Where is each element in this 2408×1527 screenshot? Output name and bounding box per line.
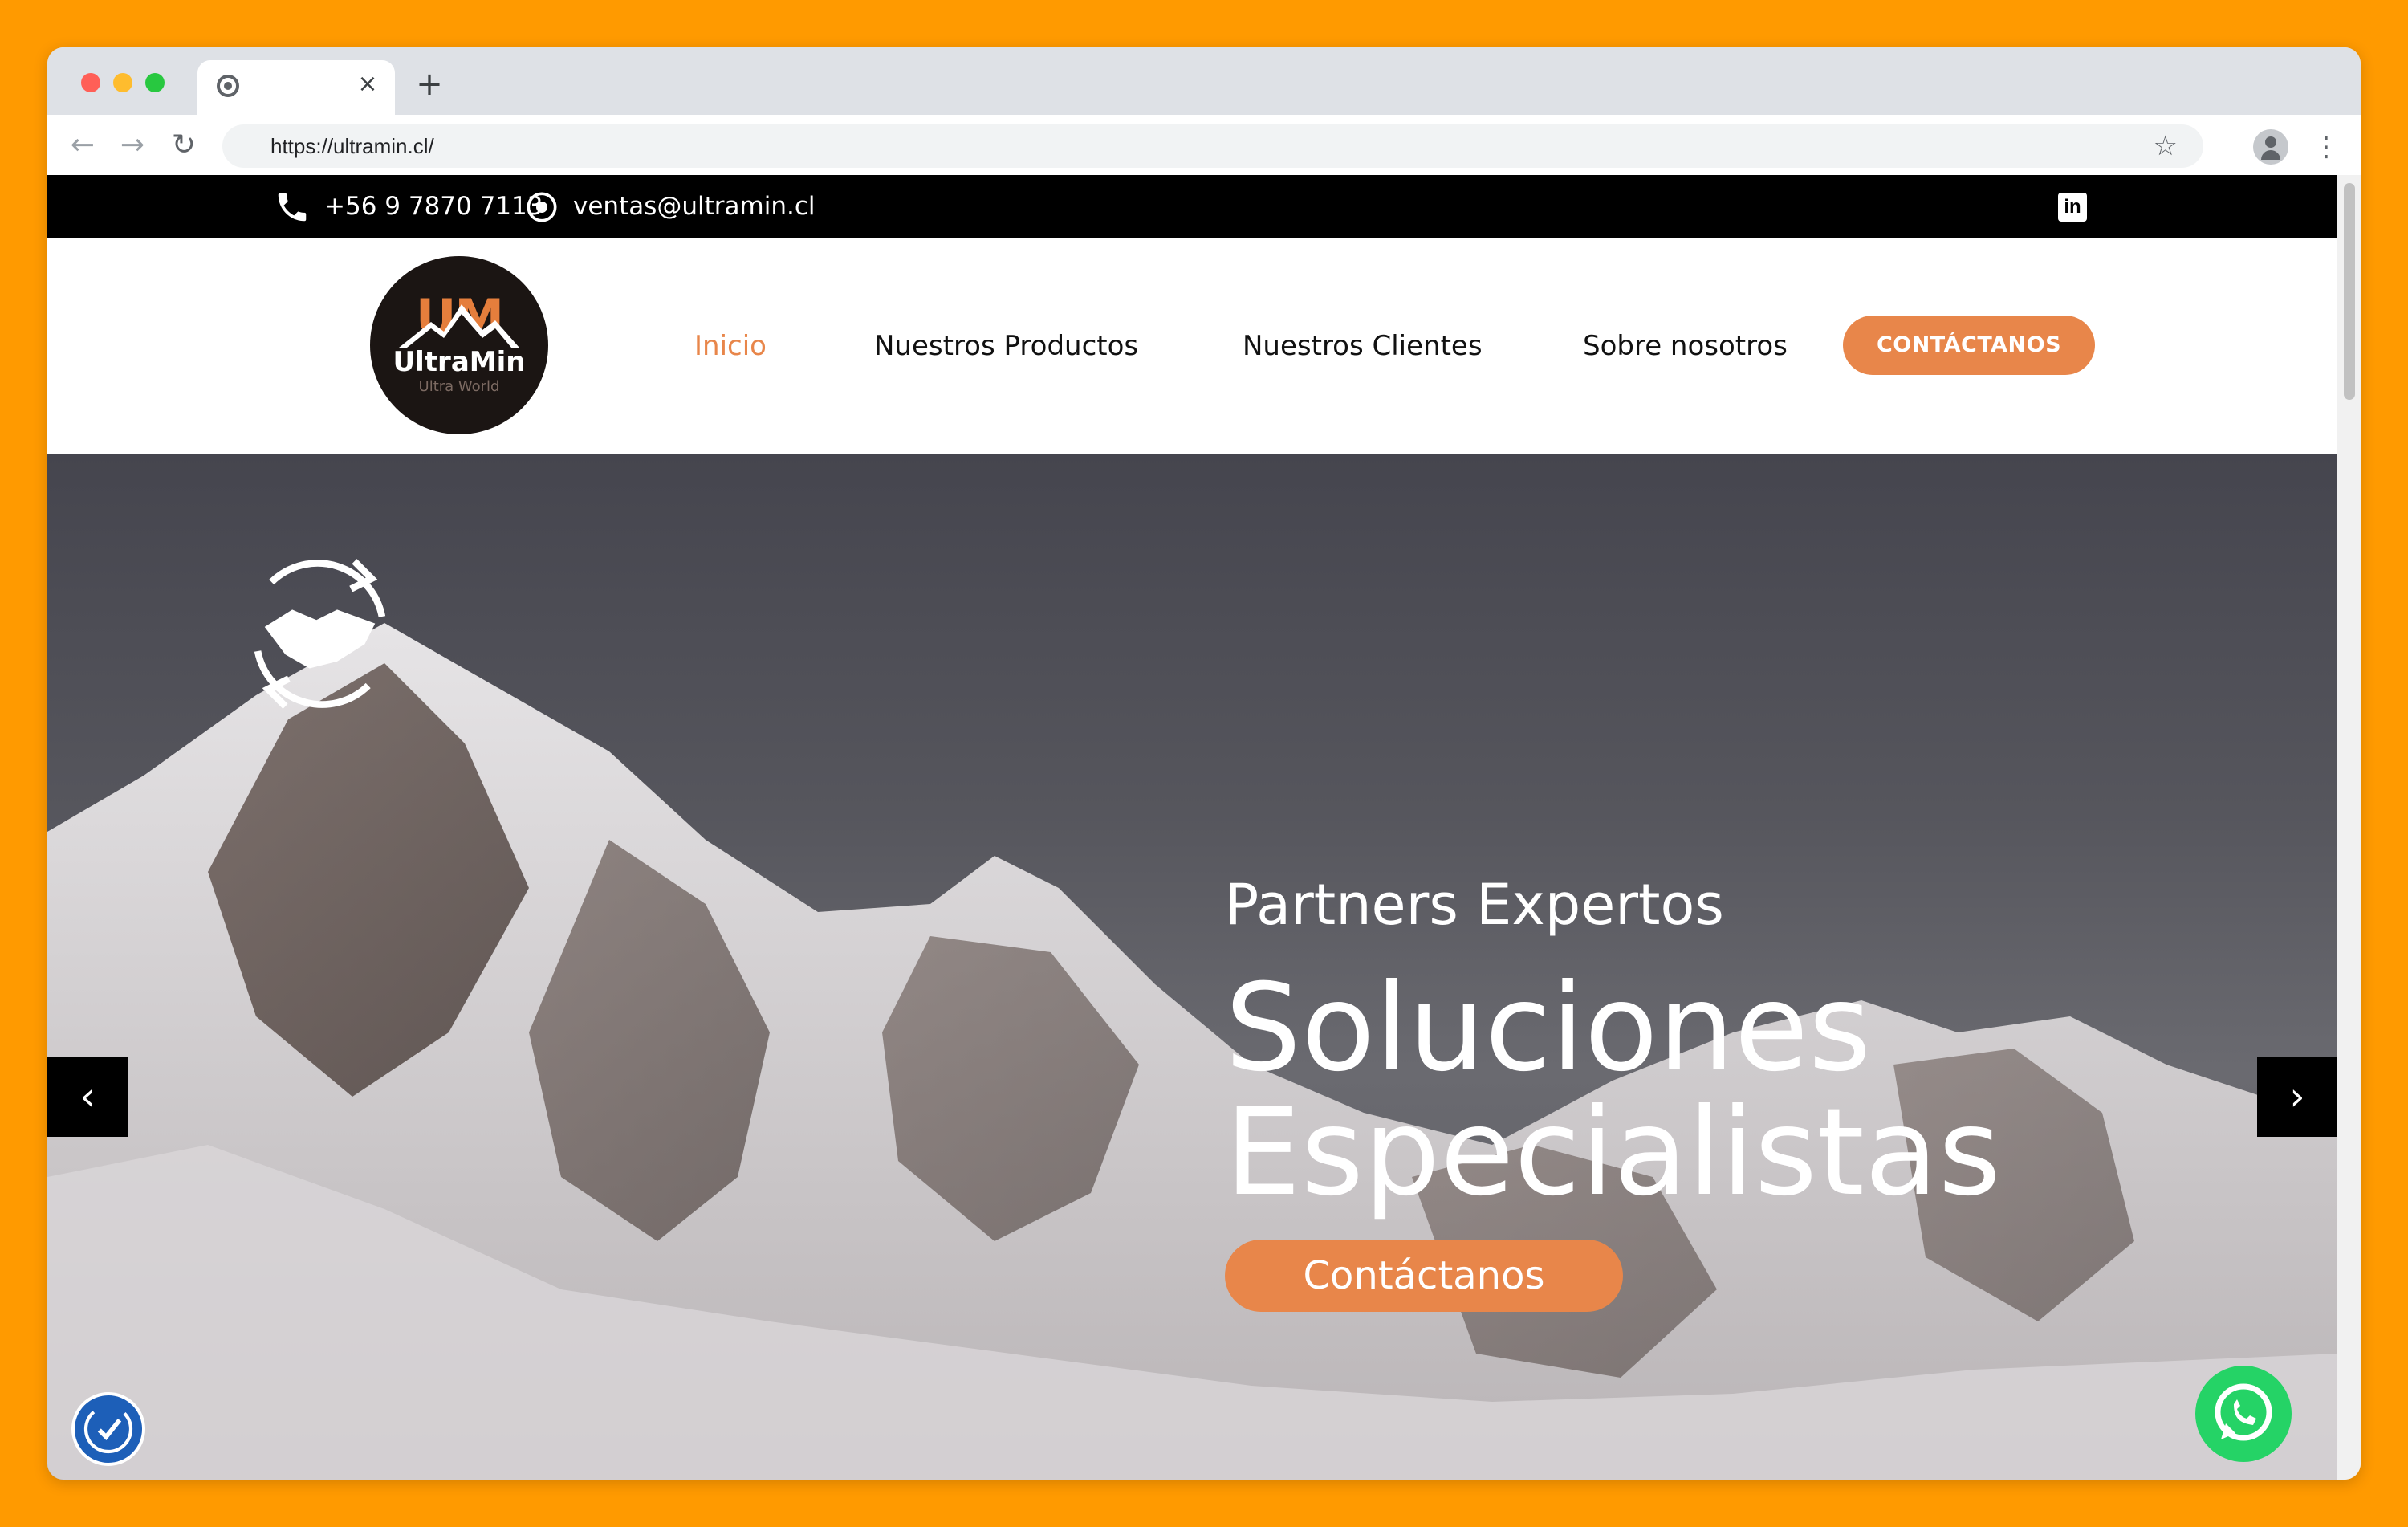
hero-title-line2: Especialistas [1225,1083,2001,1223]
hero-subtitle: Partners Expertos [1225,872,1724,938]
chrome-favicon-icon [217,75,239,97]
chevron-right-icon[interactable]: › [2257,1057,2337,1137]
browser-toolbar: ← → ↻ https://ultramin.cl/ ☆ ⋮ [47,115,2361,182]
nav-item-clientes[interactable]: Nuestros Clientes [1243,238,1483,454]
page-viewport: +56 9 7870 7113 ventas@ultramin.cl in UM… [47,175,2337,1480]
maximize-window-button[interactable] [145,73,165,92]
contact-bar: +56 9 7870 7113 ventas@ultramin.cl in [47,175,2337,238]
close-window-button[interactable] [81,73,100,92]
new-tab-button[interactable]: + [412,67,447,102]
minimize-window-button[interactable] [113,73,132,92]
scrollbar-thumb[interactable] [2344,183,2355,400]
address-bar[interactable]: https://ultramin.cl/ ☆ [222,124,2203,168]
bookmark-star-icon[interactable]: ☆ [2154,124,2178,168]
profile-avatar-icon[interactable] [2253,129,2288,165]
tab-strip: × + [47,47,2361,115]
location-icon [527,192,557,222]
accessibility-icon[interactable] [71,1392,145,1466]
hero-contact-button[interactable]: Contáctanos [1225,1240,1623,1312]
browser-tab[interactable]: × [197,60,395,115]
whatsapp-icon[interactable] [2195,1366,2292,1462]
linkedin-icon[interactable]: in [2058,193,2087,222]
nav-item-productos[interactable]: Nuestros Productos [874,238,1138,454]
forward-button[interactable]: → [113,126,152,165]
nav-item-sobre-nosotros[interactable]: Sobre nosotros [1583,238,1788,454]
handshake-icon [254,559,386,709]
url-text[interactable]: https://ultramin.cl/ [270,124,434,168]
tab-close-icon[interactable]: × [353,68,382,100]
logo-tagline: Ultra World [418,378,500,395]
hero-slider: Partners Expertos Soluciones Especialist… [47,454,2337,1480]
logo-name: UltraMin [393,346,526,378]
phone-icon [278,193,307,222]
ultramin-logo[interactable]: UM UltraMin Ultra World [370,256,548,434]
contact-cta-button[interactable]: CONTÁCTANOS [1843,316,2095,375]
reload-button[interactable]: ↻ [165,126,203,165]
back-button[interactable]: ← [63,126,102,165]
site-header: UM UltraMin Ultra World Inicio Nuestros … [47,238,2337,454]
email-address[interactable]: ventas@ultramin.cl [573,175,816,238]
page-scrollbar[interactable] [2337,175,2361,1480]
chevron-left-icon[interactable]: ‹ [47,1057,128,1137]
browser-window: × + ← → ↻ https://ultramin.cl/ ☆ ⋮ +56 9… [47,47,2361,1480]
phone-number[interactable]: +56 9 7870 7113 [324,175,543,238]
hero-title-line1: Soluciones [1225,959,1872,1098]
browser-menu-icon[interactable]: ⋮ [2312,128,2340,166]
nav-item-inicio[interactable]: Inicio [694,238,767,454]
